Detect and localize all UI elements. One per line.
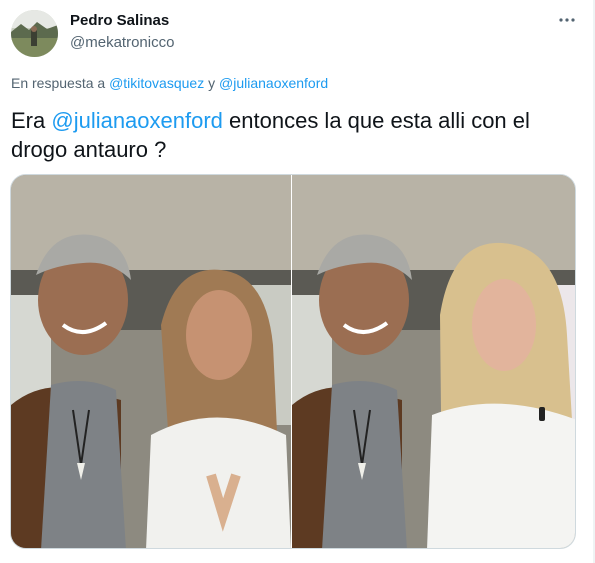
tweet-text-start: Era xyxy=(11,108,52,133)
author-name[interactable]: Pedro Salinas xyxy=(70,12,169,29)
reply-prefix: En respuesta a xyxy=(11,75,110,91)
reply-mention-julianaoxenford[interactable]: @julianaoxenford xyxy=(219,75,328,91)
tweet-media[interactable] xyxy=(10,174,576,549)
reply-separator: y xyxy=(204,75,219,91)
tweet-text: Era @julianaoxenford entonces la que est… xyxy=(11,106,581,164)
reply-mention-tikitovasquez[interactable]: @tikitovasquez xyxy=(109,75,204,91)
more-icon[interactable] xyxy=(557,10,577,30)
reply-context: En respuesta a @tikitovasquez y @juliana… xyxy=(11,75,328,91)
photo-2[interactable] xyxy=(292,175,575,548)
avatar[interactable] xyxy=(11,10,58,57)
tweet-mention[interactable]: @julianaoxenford xyxy=(51,108,223,133)
author-handle[interactable]: @mekatronicco xyxy=(70,34,174,51)
photo-1[interactable] xyxy=(11,175,291,548)
